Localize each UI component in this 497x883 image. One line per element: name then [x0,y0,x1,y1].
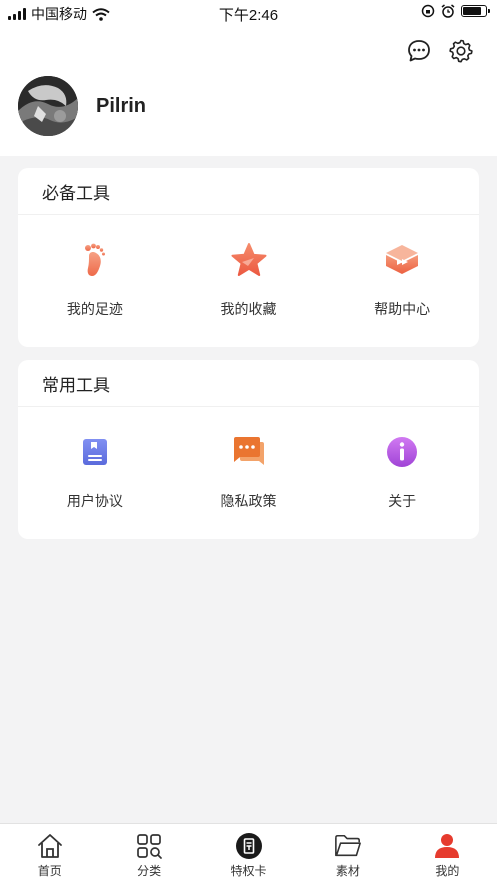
card-title: 必备工具 [18,168,479,215]
tab-label: 特权卡 [230,864,267,878]
card-grid: 我的足迹 我的收藏 帮助中心 [18,215,479,347]
help-center-icon [383,241,421,279]
about-item[interactable]: 关于 [325,407,479,539]
tab-label: 分类 [137,864,162,878]
tab-bar: 首页 分类 特权卡 素材 我的 [0,823,497,883]
avatar-image [18,76,78,136]
item-label: 关于 [388,493,417,509]
alarm-icon [441,4,455,18]
tab-category[interactable]: 分类 [99,824,198,883]
item-label: 用户协议 [66,493,123,509]
footprint-icon [76,241,114,279]
essential-tools-card: 必备工具 我的足迹 我的收藏 帮助中心 [18,168,479,347]
status-bar: 中国移动 下午2:46 [0,0,497,26]
tab-label: 我的 [435,864,460,878]
folder-icon [334,832,362,860]
item-label: 我的收藏 [220,301,277,317]
common-tools-card: 常用工具 用户协议 隐私政策 关于 [18,360,479,539]
tab-privilege-card[interactable]: 特权卡 [199,824,298,883]
tab-label: 素材 [335,864,360,878]
home-icon [36,832,64,860]
category-icon [135,832,163,860]
item-label: 帮助中心 [374,301,431,317]
user-agreement-item[interactable]: 用户协议 [18,407,172,539]
privacy-icon [230,433,268,471]
lock-rotation-icon [421,4,435,18]
card-grid: 用户协议 隐私政策 关于 [18,407,479,539]
tab-home[interactable]: 首页 [0,824,99,883]
privacy-policy-item[interactable]: 隐私政策 [172,407,326,539]
battery-icon [461,5,490,17]
user-icon [433,832,461,860]
status-right [421,4,490,18]
my-favorites-item[interactable]: 我的收藏 [172,215,326,347]
settings-icon[interactable] [448,38,474,64]
agreement-icon [76,433,114,471]
tab-mine[interactable]: 我的 [398,824,497,883]
chat-icon[interactable] [406,38,432,64]
info-icon [383,433,421,471]
privilege-card-icon [235,832,263,860]
profile-header: Pilrin [0,26,497,156]
avatar[interactable] [18,76,78,136]
username: Pilrin [96,95,147,117]
card-title: 常用工具 [18,360,479,407]
battery-level [463,7,481,15]
help-center-item[interactable]: 帮助中心 [325,215,479,347]
item-label: 隐私政策 [220,493,277,509]
tab-label: 首页 [37,864,62,878]
tab-materials[interactable]: 素材 [298,824,397,883]
my-footprints-item[interactable]: 我的足迹 [18,215,172,347]
star-icon [230,241,268,279]
item-label: 我的足迹 [66,301,123,317]
